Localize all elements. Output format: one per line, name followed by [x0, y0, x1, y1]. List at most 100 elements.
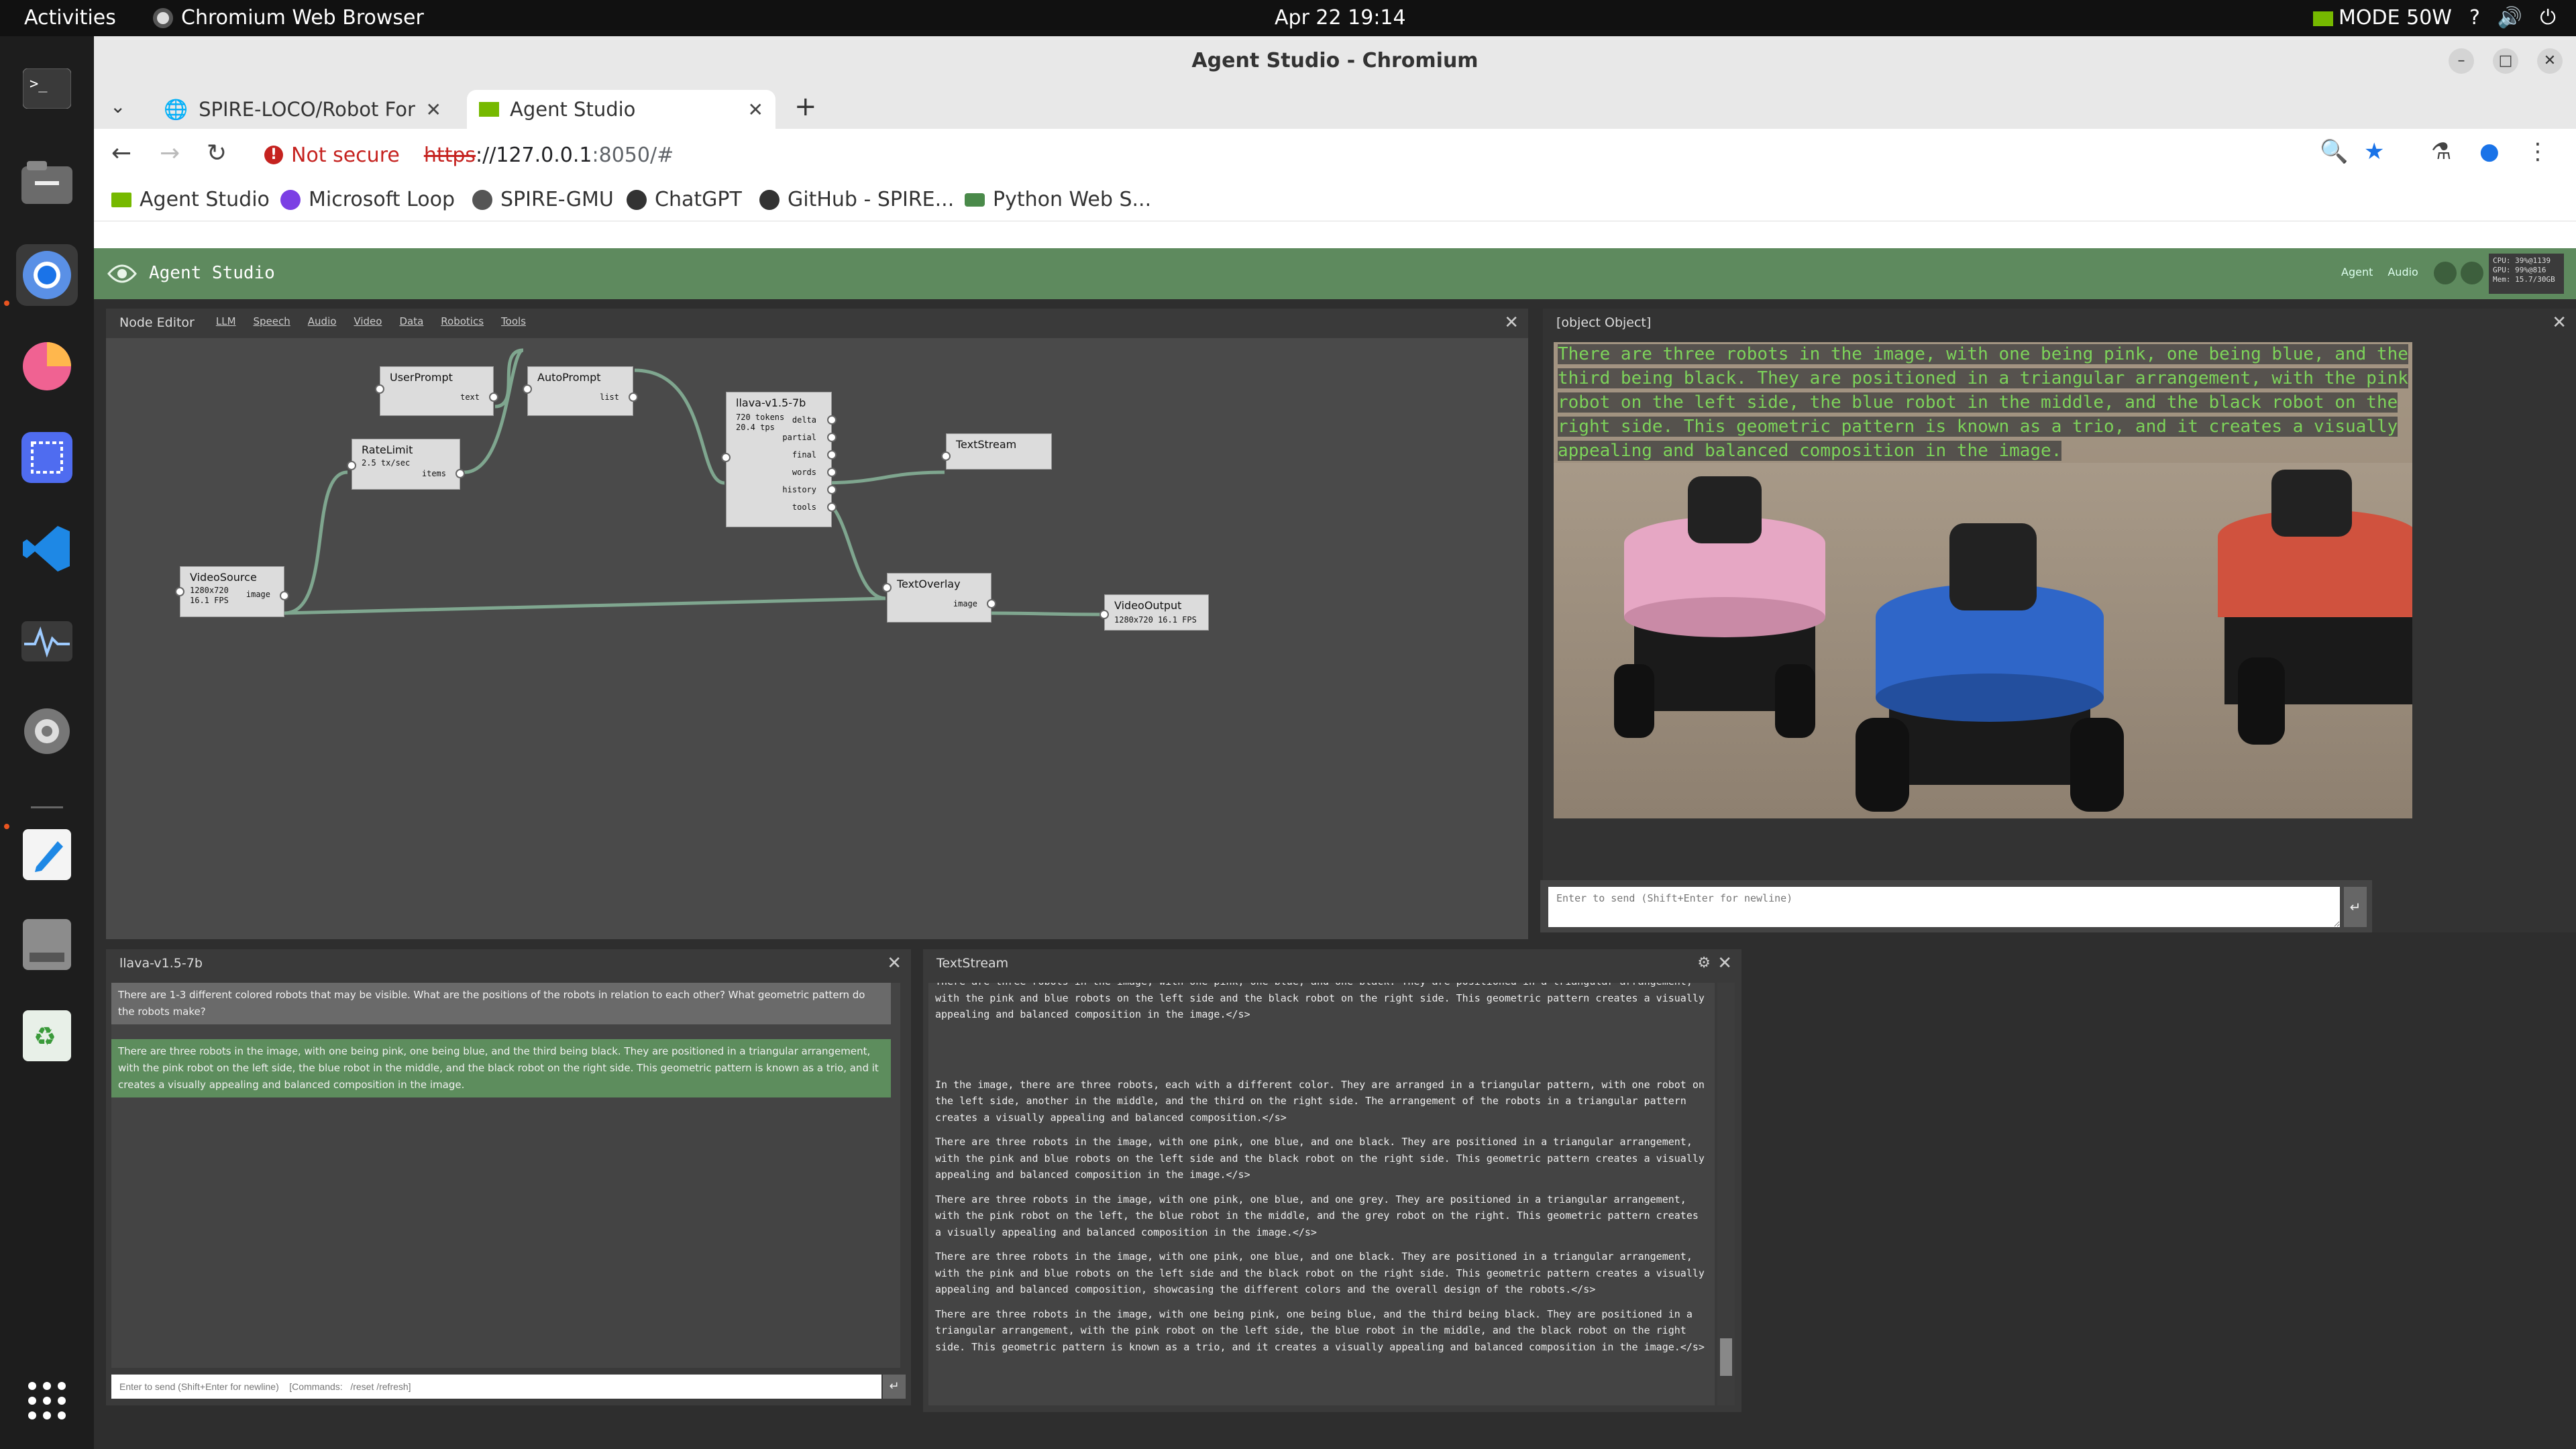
back-button[interactable]: ←	[111, 140, 131, 167]
power-mode-indicator[interactable]: MODE 50W	[2313, 6, 2452, 30]
close-tab-icon[interactable]: ✕	[748, 99, 763, 121]
output-port-delta[interactable]	[827, 415, 837, 425]
tab-agent-studio[interactable]: Agent Studio ✕	[467, 90, 775, 129]
profile-avatar-icon[interactable]: ●	[2479, 138, 2500, 165]
studio-brand[interactable]: Agent Studio	[149, 263, 275, 283]
chromium-launcher[interactable]	[16, 244, 78, 306]
bookmark-microsoft-loop[interactable]: Microsoft Loop	[280, 188, 455, 211]
bookmark-python-web[interactable]: Python Web S...	[965, 188, 1151, 211]
volume-icon[interactable]: 🔊	[2498, 6, 2522, 30]
minimize-button[interactable]: –	[2449, 48, 2474, 74]
address-bar[interactable]: ! Not secure https://127.0.0.1:8050/#	[254, 134, 2427, 176]
output-port[interactable]	[629, 392, 638, 402]
output-port-partial[interactable]	[827, 433, 837, 442]
input-port[interactable]	[721, 453, 731, 462]
input-port[interactable]	[941, 451, 951, 461]
input-port[interactable]	[347, 461, 356, 470]
chat-history[interactable]: There are 1-3 different colored robots t…	[111, 983, 898, 1368]
menu-tools[interactable]: Tools	[501, 315, 526, 330]
node-userprompt[interactable]: UserPrompt text	[375, 366, 498, 416]
settings-launcher[interactable]	[16, 700, 78, 762]
bookmark-chatgpt[interactable]: ChatGPT	[627, 188, 742, 211]
node-graph-canvas[interactable]: UserPrompt text AutoPrompt list RateLimi…	[106, 338, 1528, 939]
files-launcher[interactable]	[16, 152, 78, 213]
gear-icon[interactable]: ⚙	[1697, 955, 1711, 971]
close-tab-icon[interactable]: ✕	[426, 99, 441, 121]
node-autoprompt[interactable]: AutoPrompt list	[523, 366, 638, 416]
network-icon[interactable]: ?	[2469, 6, 2480, 30]
send-icon[interactable]: ↵	[2344, 887, 2367, 927]
chat-input[interactable]	[111, 1375, 881, 1399]
bookmark-github-spire[interactable]: GitHub - SPIRE...	[759, 188, 954, 211]
output-port[interactable]	[280, 591, 289, 600]
menu-llm[interactable]: LLM	[216, 315, 236, 330]
screenshot-launcher[interactable]	[16, 427, 78, 488]
pie-app-launcher[interactable]	[16, 335, 78, 397]
input-port[interactable]	[175, 587, 184, 596]
node-llava[interactable]: llava-v1.5-7b 720 tokens 20.4 tps delta …	[721, 392, 837, 527]
focused-app-menu[interactable]: Chromium Web Browser	[153, 6, 424, 30]
menu-video[interactable]: Video	[354, 315, 382, 330]
clock[interactable]: Apr 22 19:14	[1275, 6, 1406, 30]
audio-menu[interactable]: Audio	[2387, 266, 2418, 278]
close-textstream-icon[interactable]: ✕	[1717, 953, 1732, 973]
power-icon[interactable]: ⏻	[2540, 6, 2556, 30]
activities-button[interactable]: Activities	[24, 6, 116, 30]
close-chat-panel-icon[interactable]: ✕	[887, 953, 902, 973]
bookmark-agent-studio[interactable]: Agent Studio	[111, 188, 270, 211]
maximize-button[interactable]: □	[2493, 48, 2518, 74]
node-videosource[interactable]: VideoSource 1280x720 16.1 FPS image	[175, 566, 289, 617]
trash-launcher[interactable]: ♻	[16, 1005, 78, 1067]
new-tab-button[interactable]: +	[794, 91, 817, 122]
microphone-icon[interactable]	[2434, 262, 2457, 284]
text-editor-launcher[interactable]	[16, 824, 78, 885]
close-video-panel-icon[interactable]: ✕	[2552, 313, 2567, 333]
input-port[interactable]	[1099, 610, 1109, 619]
textstream-log[interactable]: There are three robots in the image, wit…	[928, 983, 1715, 1405]
vscode-launcher[interactable]	[16, 518, 78, 580]
output-port[interactable]	[987, 599, 996, 608]
terminal-launcher[interactable]: >_	[16, 58, 78, 119]
textstream-scrollbar[interactable]	[1717, 983, 1735, 1405]
labs-flask-icon[interactable]: ⚗	[2431, 138, 2451, 165]
node-ratelimit[interactable]: RateLimit 2.5 tx/sec items	[347, 439, 465, 490]
output-port-words[interactable]	[827, 468, 837, 477]
input-port[interactable]	[523, 384, 532, 394]
output-port[interactable]	[489, 392, 498, 402]
menu-audio[interactable]: Audio	[308, 315, 337, 330]
input-port[interactable]	[882, 583, 892, 592]
menu-speech[interactable]: Speech	[254, 315, 290, 330]
node-videooutput[interactable]: VideoOutput 1280x720 16.1 FPS	[1099, 594, 1209, 631]
speaker-icon[interactable]	[2461, 262, 2483, 284]
drive-launcher[interactable]	[16, 914, 78, 975]
system-monitor-launcher[interactable]	[16, 610, 78, 672]
reload-button[interactable]: ↻	[207, 140, 227, 167]
output-port-history[interactable]	[827, 485, 837, 494]
send-icon[interactable]: ↵	[883, 1375, 906, 1399]
scrollbar-thumb[interactable]	[1720, 1338, 1732, 1376]
tab-search-button[interactable]: ⌄	[110, 95, 125, 117]
close-window-button[interactable]: ✕	[2537, 48, 2563, 74]
node-textoverlay[interactable]: TextOverlay image	[882, 573, 996, 623]
bookmark-star-icon[interactable]: ★	[2364, 138, 2384, 165]
security-chip[interactable]: ! Not secure	[264, 144, 400, 167]
window-titlebar[interactable]: Agent Studio - Chromium – □ ✕	[94, 36, 2576, 86]
tab-spire-loco[interactable]: 🌐 SPIRE-LOCO/Robot Form ✕	[152, 90, 453, 129]
zoom-icon[interactable]: 🔍	[2320, 138, 2348, 165]
agent-menu[interactable]: Agent	[2341, 266, 2373, 278]
menu-data[interactable]: Data	[399, 315, 423, 330]
chat-scrollbar[interactable]	[892, 983, 900, 1368]
close-node-editor-icon[interactable]: ✕	[1504, 313, 1519, 333]
output-port[interactable]	[455, 469, 465, 478]
input-port[interactable]	[375, 384, 384, 394]
output-port-final[interactable]	[827, 450, 837, 460]
menu-robotics[interactable]: Robotics	[441, 315, 484, 330]
bookmark-spire-gmu[interactable]: SPIRE-GMU	[472, 188, 614, 211]
node-textstream[interactable]: TextStream	[941, 433, 1052, 470]
menu-kebab-icon[interactable]: ⋮	[2526, 138, 2549, 165]
video-chat-input[interactable]	[1548, 887, 2340, 927]
forward-button[interactable]: →	[160, 140, 180, 167]
output-port-tools[interactable]	[827, 502, 837, 512]
system-tray[interactable]: MODE 50W ? 🔊 ⏻	[2313, 6, 2556, 30]
show-apps-button[interactable]	[16, 1370, 78, 1432]
